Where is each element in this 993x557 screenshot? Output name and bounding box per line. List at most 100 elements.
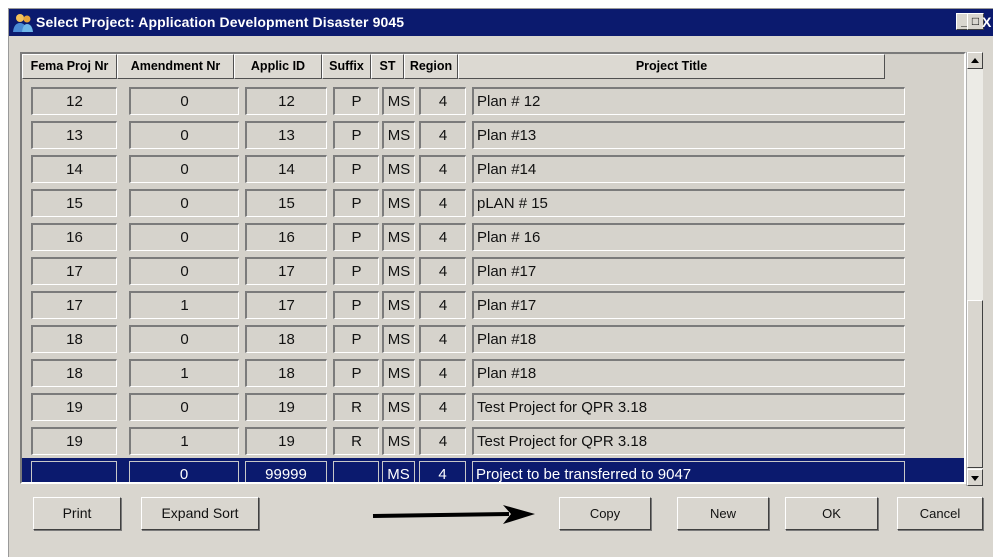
cell-st[interactable]: MS (382, 325, 415, 353)
column-header-st[interactable]: ST (371, 54, 404, 79)
cell-title[interactable]: Test Project for QPR 3.18 (472, 393, 905, 421)
column-header-region[interactable]: Region (404, 54, 458, 79)
cell-applic[interactable]: 15 (245, 189, 327, 217)
cell-st[interactable]: MS (382, 189, 415, 217)
cell-region[interactable]: 4 (419, 291, 466, 319)
scroll-thumb[interactable] (967, 300, 983, 468)
cell-st[interactable]: MS (382, 257, 415, 285)
cell-st[interactable]: MS (382, 291, 415, 319)
column-header-applic-id[interactable]: Applic ID (234, 54, 322, 79)
cell-suffix[interactable]: P (333, 87, 379, 115)
cell-fema[interactable]: 16 (31, 223, 117, 251)
title-bar[interactable]: Select Project: Application Development … (9, 9, 993, 36)
cell-amend[interactable]: 0 (129, 257, 239, 285)
table-row[interactable]: 17 0 17 P MS 4 Plan #17 (22, 254, 964, 288)
close-button[interactable]: X (982, 14, 991, 30)
table-row[interactable]: 18 0 18 P MS 4 Plan #18 (22, 322, 964, 356)
cell-fema[interactable]: 19 (31, 427, 117, 455)
column-header-suffix[interactable]: Suffix (322, 54, 371, 79)
cell-title[interactable]: Plan # 12 (472, 87, 905, 115)
cell-title[interactable]: Project to be transferred to 9047 (472, 461, 905, 482)
cell-suffix[interactable]: P (333, 189, 379, 217)
cell-amend[interactable]: 0 (129, 325, 239, 353)
cell-region[interactable]: 4 (419, 461, 466, 482)
cell-fema[interactable]: 14 (31, 155, 117, 183)
copy-button[interactable]: Copy (559, 497, 651, 530)
cancel-button[interactable]: Cancel (897, 497, 983, 530)
table-row[interactable]: 19 0 19 R MS 4 Test Project for QPR 3.18 (22, 390, 964, 424)
cell-region[interactable]: 4 (419, 325, 466, 353)
expand-sort-button[interactable]: Expand Sort (141, 497, 259, 530)
cell-applic[interactable]: 18 (245, 359, 327, 387)
table-row[interactable]: 13 0 13 P MS 4 Plan #13 (22, 118, 964, 152)
cell-region[interactable]: 4 (419, 427, 466, 455)
cell-suffix[interactable]: P (333, 121, 379, 149)
cell-applic[interactable]: 14 (245, 155, 327, 183)
cell-amend[interactable]: 0 (129, 121, 239, 149)
cell-fema[interactable]: 19 (31, 393, 117, 421)
cell-fema[interactable]: 12 (31, 87, 117, 115)
cell-suffix[interactable]: P (333, 325, 379, 353)
table-row[interactable]: 14 0 14 P MS 4 Plan #14 (22, 152, 964, 186)
table-row[interactable]: 12 0 12 P MS 4 Plan # 12 (22, 84, 964, 118)
cell-fema[interactable] (31, 461, 117, 482)
cell-region[interactable]: 4 (419, 121, 466, 149)
cell-title[interactable]: Plan #18 (472, 325, 905, 353)
cell-st[interactable]: MS (382, 87, 415, 115)
cell-amend[interactable]: 0 (129, 189, 239, 217)
cell-title[interactable]: Plan #13 (472, 121, 905, 149)
cell-applic[interactable]: 16 (245, 223, 327, 251)
cell-suffix[interactable]: P (333, 257, 379, 285)
vertical-scrollbar[interactable] (966, 52, 983, 486)
cell-title[interactable]: pLAN # 15 (472, 189, 905, 217)
table-row[interactable]: 19 1 19 R MS 4 Test Project for QPR 3.18 (22, 424, 964, 458)
table-row[interactable]: 17 1 17 P MS 4 Plan #17 (22, 288, 964, 322)
table-row[interactable]: 18 1 18 P MS 4 Plan #18 (22, 356, 964, 390)
cell-fema[interactable]: 17 (31, 291, 117, 319)
cell-fema[interactable]: 17 (31, 257, 117, 285)
cell-region[interactable]: 4 (419, 155, 466, 183)
new-button[interactable]: New (677, 497, 769, 530)
cell-st[interactable]: MS (382, 393, 415, 421)
cell-st[interactable]: MS (382, 461, 415, 482)
cell-title[interactable]: Test Project for QPR 3.18 (472, 427, 905, 455)
cell-region[interactable]: 4 (419, 393, 466, 421)
cell-region[interactable]: 4 (419, 359, 466, 387)
cell-st[interactable]: MS (382, 427, 415, 455)
column-header-project-title[interactable]: Project Title (458, 54, 885, 79)
cell-fema[interactable]: 18 (31, 325, 117, 353)
scroll-up-button[interactable] (967, 52, 983, 69)
column-header-amendment-nr[interactable]: Amendment Nr (117, 54, 234, 79)
scroll-down-button[interactable] (967, 469, 983, 486)
cell-suffix[interactable]: R (333, 393, 379, 421)
table-row[interactable]: 15 0 15 P MS 4 pLAN # 15 (22, 186, 964, 220)
cell-suffix[interactable]: P (333, 223, 379, 251)
cell-fema[interactable]: 15 (31, 189, 117, 217)
cell-suffix[interactable]: P (333, 291, 379, 319)
column-header-fema-proj-nr[interactable]: Fema Proj Nr (22, 54, 117, 79)
cell-title[interactable]: Plan #14 (472, 155, 905, 183)
cell-applic[interactable]: 19 (245, 427, 327, 455)
cell-fema[interactable]: 18 (31, 359, 117, 387)
cell-applic[interactable]: 12 (245, 87, 327, 115)
cell-region[interactable]: 4 (419, 223, 466, 251)
cell-applic[interactable]: 13 (245, 121, 327, 149)
cell-fema[interactable]: 13 (31, 121, 117, 149)
cell-title[interactable]: Plan #17 (472, 257, 905, 285)
cell-amend[interactable]: 0 (129, 461, 239, 482)
cell-amend[interactable]: 0 (129, 223, 239, 251)
cell-amend[interactable]: 0 (129, 87, 239, 115)
ok-button[interactable]: OK (785, 497, 878, 530)
cell-amend[interactable]: 0 (129, 393, 239, 421)
cell-title[interactable]: Plan # 16 (472, 223, 905, 251)
table-row-selected[interactable]: 0 99999 MS 4 Project to be transferred to 90… (22, 458, 964, 482)
cell-region[interactable]: 4 (419, 257, 466, 285)
cell-region[interactable]: 4 (419, 189, 466, 217)
cell-applic[interactable]: 18 (245, 325, 327, 353)
cell-suffix[interactable]: P (333, 155, 379, 183)
cell-title[interactable]: Plan #18 (472, 359, 905, 387)
cell-st[interactable]: MS (382, 223, 415, 251)
cell-amend[interactable]: 1 (129, 427, 239, 455)
cell-title[interactable]: Plan #17 (472, 291, 905, 319)
cell-suffix[interactable] (333, 461, 379, 482)
